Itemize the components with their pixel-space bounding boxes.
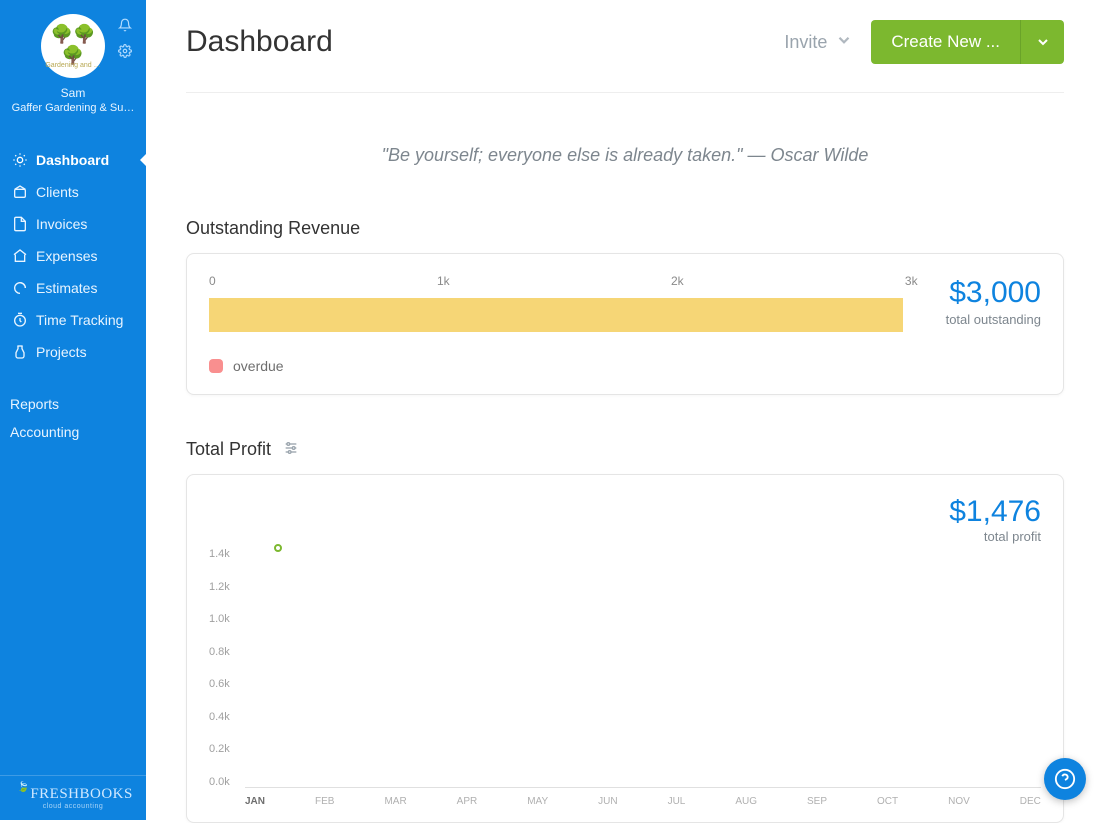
total-outstanding-amount: $3,000 xyxy=(946,276,1041,310)
nav-clients[interactable]: Clients xyxy=(0,176,146,208)
y-tick: 1.4k xyxy=(209,548,230,560)
invite-label: Invite xyxy=(784,32,827,53)
y-tick: 0.8k xyxy=(209,646,230,658)
profit-chart: 1.4k 1.2k 1.0k 0.8k 0.6k 0.4k 0.2k 0.0k JAN FEB M… xyxy=(209,548,1041,808)
y-tick: 0.0k xyxy=(209,776,230,788)
y-tick: 0.6k xyxy=(209,678,230,690)
dashboard-icon xyxy=(10,152,30,168)
nav-label: Clients xyxy=(36,184,79,200)
expenses-icon xyxy=(10,248,30,264)
help-button[interactable] xyxy=(1044,758,1086,800)
total-profit-label: total profit xyxy=(209,529,1041,544)
create-dropdown-button[interactable] xyxy=(1020,20,1064,64)
revenue-total: $3,000 total outstanding xyxy=(946,274,1041,374)
revenue-chart: 0 1k 2k 3k overdue xyxy=(209,274,918,374)
x-label: JUN xyxy=(598,796,617,807)
tick: 2k xyxy=(671,274,684,288)
nav-label: Estimates xyxy=(36,280,97,296)
nav-projects[interactable]: Projects xyxy=(0,336,146,368)
brand-logo: 🍃 FRESHBOOKS xyxy=(0,786,146,803)
nav-label: Projects xyxy=(36,344,87,360)
user-name: Sam xyxy=(0,86,146,100)
y-tick: 1.2k xyxy=(209,581,230,593)
revenue-bar-fill xyxy=(209,298,903,332)
x-label: JAN xyxy=(245,796,265,807)
invite-button[interactable]: Invite xyxy=(784,31,853,54)
x-label: APR xyxy=(457,796,478,807)
quote: "Be yourself; everyone else is already t… xyxy=(186,93,1064,218)
x-axis: JAN FEB MAR APR MAY JUN JUL AUG SEP OCT NOV DEC xyxy=(245,788,1041,807)
chevron-down-icon xyxy=(835,31,853,54)
company-name: Gaffer Gardening & Su… xyxy=(0,102,146,114)
sidebar-header: 🌳🌳🌳 Gardening and … Sam Gaffer Gardening… xyxy=(0,0,146,122)
filter-icon[interactable] xyxy=(283,440,299,459)
profit-total: $1,476 total profit xyxy=(209,495,1041,544)
revenue-bar xyxy=(209,298,918,332)
estimates-icon xyxy=(10,280,30,296)
brand-tagline: cloud accounting xyxy=(0,803,146,810)
legend-swatch-overdue xyxy=(209,359,223,373)
total-profit-amount: $1,476 xyxy=(209,495,1041,529)
primary-nav: Dashboard Clients Invoices Expenses Esti… xyxy=(0,144,146,368)
clients-icon xyxy=(10,184,30,200)
time-tracking-icon xyxy=(10,312,30,328)
x-label: OCT xyxy=(877,796,898,807)
profit-card: $1,476 total profit 1.4k 1.2k 1.0k 0.8k 0.6k… xyxy=(186,474,1064,823)
nav-estimates[interactable]: Estimates xyxy=(0,272,146,304)
nav-time-tracking[interactable]: Time Tracking xyxy=(0,304,146,336)
x-label: NOV xyxy=(948,796,970,807)
page-title: Dashboard xyxy=(186,25,333,59)
tick: 3k xyxy=(905,274,918,288)
revenue-ticks: 0 1k 2k 3k xyxy=(209,274,918,288)
total-outstanding-label: total outstanding xyxy=(946,312,1041,327)
revenue-card: 0 1k 2k 3k overdue $3,000 total outstand… xyxy=(186,253,1064,395)
nav-reports[interactable]: Reports xyxy=(0,390,146,418)
nav-expenses[interactable]: Expenses xyxy=(0,240,146,272)
y-axis: 1.4k 1.2k 1.0k 0.8k 0.6k 0.4k 0.2k 0.0k xyxy=(209,548,230,788)
nav-label: Accounting xyxy=(10,424,79,440)
nav-label: Expenses xyxy=(36,248,97,264)
legend-label: overdue xyxy=(233,358,284,374)
revenue-legend: overdue xyxy=(209,358,918,374)
main: Dashboard Invite Create New ... "Be your… xyxy=(146,0,1104,820)
profit-data-point xyxy=(274,544,282,552)
nav-accounting[interactable]: Accounting xyxy=(0,418,146,446)
avatar[interactable]: 🌳🌳🌳 Gardening and … xyxy=(41,14,105,78)
nav-label: Reports xyxy=(10,396,59,412)
tick: 1k xyxy=(437,274,450,288)
nav-invoices[interactable]: Invoices xyxy=(0,208,146,240)
revenue-section-title: Outstanding Revenue xyxy=(186,218,1064,239)
x-label: MAY xyxy=(527,796,548,807)
nav-label: Invoices xyxy=(36,216,87,232)
profit-section-title: Total Profit xyxy=(186,439,1064,460)
y-tick: 0.4k xyxy=(209,711,230,723)
nav-label: Dashboard xyxy=(36,152,109,168)
tick: 0 xyxy=(209,274,216,288)
settings-icon[interactable] xyxy=(118,44,132,61)
nav-dashboard[interactable]: Dashboard xyxy=(0,144,146,176)
create-new-button[interactable]: Create New ... xyxy=(871,20,1020,64)
create-button-group: Create New ... xyxy=(871,20,1064,64)
x-label: AUG xyxy=(735,796,757,807)
y-tick: 0.2k xyxy=(209,743,230,755)
plot-area xyxy=(245,548,1041,788)
sidebar: 🌳🌳🌳 Gardening and … Sam Gaffer Gardening… xyxy=(0,0,146,820)
invoices-icon xyxy=(10,216,30,232)
sidebar-footer: 🍃 FRESHBOOKS cloud accounting xyxy=(0,775,146,816)
x-label: FEB xyxy=(315,796,334,807)
x-label: DEC xyxy=(1020,796,1041,807)
x-label: JUL xyxy=(668,796,686,807)
header-actions: Invite Create New ... xyxy=(784,20,1064,64)
projects-icon xyxy=(10,344,30,360)
x-label: SEP xyxy=(807,796,827,807)
avatar-icon: 🌳🌳🌳 xyxy=(41,24,105,66)
y-tick: 1.0k xyxy=(209,613,230,625)
avatar-label: Gardening and … xyxy=(41,62,105,69)
x-label: MAR xyxy=(384,796,406,807)
nav-label: Time Tracking xyxy=(36,312,123,328)
secondary-nav: Reports Accounting xyxy=(0,390,146,446)
page-header: Dashboard Invite Create New ... xyxy=(186,20,1064,93)
notifications-icon[interactable] xyxy=(118,18,132,35)
